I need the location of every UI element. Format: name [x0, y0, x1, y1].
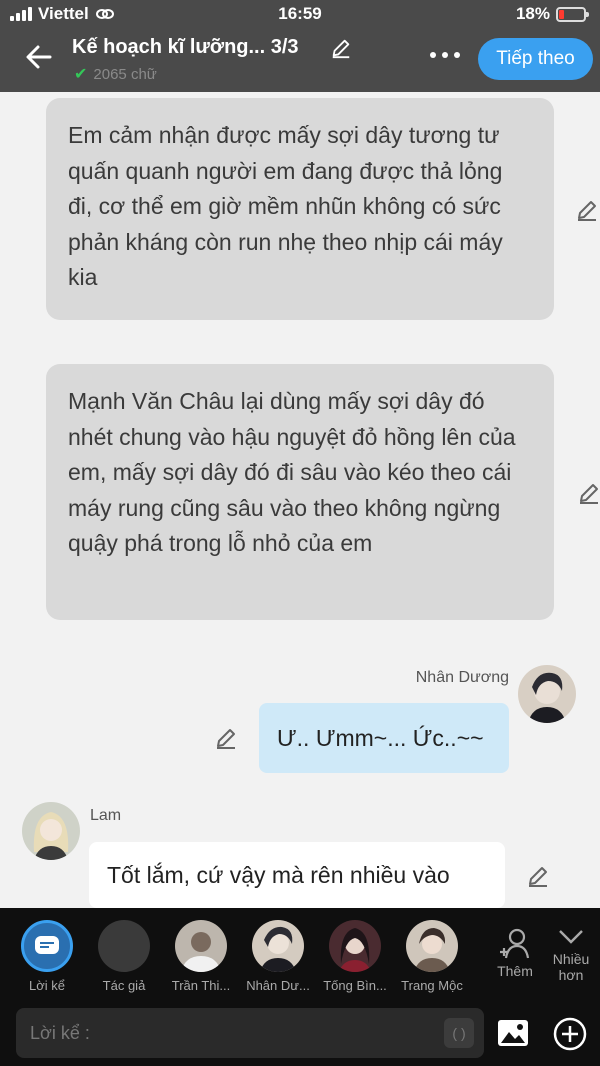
character-item[interactable]: Trần Thi... [162, 920, 240, 993]
character-author[interactable]: Tác giả [85, 920, 163, 993]
edit-icon[interactable] [214, 726, 238, 750]
top-bar: Viettel 16:59 18% Kế hoạch kĩ lưỡng... 3… [0, 0, 600, 92]
word-count-label: 2065 chữ [93, 65, 157, 83]
battery-percent: 18% [515, 4, 550, 23]
character-label: Tác giả [102, 978, 146, 993]
avatar [175, 920, 227, 972]
input-placeholder: Lời kể : [30, 1022, 90, 1043]
chat-area[interactable]: Em cảm nhận được mấy sợi dây tương tư qu… [0, 92, 600, 908]
battery-icon [556, 6, 589, 22]
character-label: Tống Bìn... [323, 978, 387, 993]
avatar[interactable] [22, 802, 80, 860]
status-bar: Viettel 16:59 18% [0, 0, 600, 28]
story-title[interactable]: Kế hoạch kĩ lưỡng... 3/3 [72, 36, 299, 59]
character-label: Nhân Dư... [246, 978, 310, 993]
bracket-button[interactable]: ( ) [444, 1018, 474, 1048]
edit-icon[interactable] [575, 198, 599, 222]
avatar [406, 920, 458, 972]
character-label: Trang Mộc [401, 978, 463, 993]
next-button[interactable]: Tiếp theo [478, 38, 593, 80]
chevron-down-icon [559, 930, 583, 944]
narration-bubble[interactable]: Mạnh Văn Châu lại dùng mấy sợi dây đó nh… [46, 364, 554, 620]
character-label: Trần Thi... [171, 978, 231, 993]
character-bar: Lời kể Tác giả Trần Thi... Nhân Dư... Tố… [0, 908, 600, 1066]
add-character-button[interactable]: Thêm [490, 926, 540, 979]
other-message-bubble[interactable]: Tốt lắm, cứ vậy mà rên nhiều vào [89, 842, 505, 908]
character-narrator[interactable]: Lời kể [8, 920, 86, 993]
sender-name: Nhân Dương [415, 669, 509, 686]
more-options-button[interactable] [430, 52, 460, 58]
character-item[interactable]: Tống Bìn... [316, 920, 394, 993]
image-icon[interactable] [496, 1016, 530, 1050]
check-icon: ✔ [74, 66, 88, 83]
narration-input[interactable]: Lời kể : ( ) [16, 1008, 484, 1058]
add-icon[interactable] [552, 1016, 588, 1052]
add-label: Thêm [497, 963, 533, 979]
more-characters-button[interactable]: Nhiều hơn [546, 926, 596, 983]
sender-name: Lam [90, 807, 122, 824]
avatar [329, 920, 381, 972]
character-item[interactable]: Nhân Dư... [239, 920, 317, 993]
back-arrow-icon[interactable] [22, 40, 56, 74]
pencil-icon[interactable] [330, 37, 352, 59]
avatar[interactable] [518, 665, 576, 723]
narration-bubble[interactable]: Em cảm nhận được mấy sợi dây tương tư qu… [46, 98, 554, 320]
edit-icon[interactable] [526, 864, 550, 888]
chat-bubble-icon [35, 936, 59, 954]
edit-icon[interactable] [577, 481, 600, 505]
character-label: Lời kể [29, 978, 65, 993]
my-message-bubble[interactable]: Ư.. Ưmm~... Ức..~~ [259, 703, 509, 773]
clock: 16:59 [278, 4, 322, 23]
add-user-icon [500, 928, 530, 959]
more-label: Nhiều hơn [552, 951, 590, 983]
character-item[interactable]: Trang Mộc [393, 920, 471, 993]
word-count: ✔ 2065 chữ [74, 64, 157, 84]
avatar [252, 920, 304, 972]
